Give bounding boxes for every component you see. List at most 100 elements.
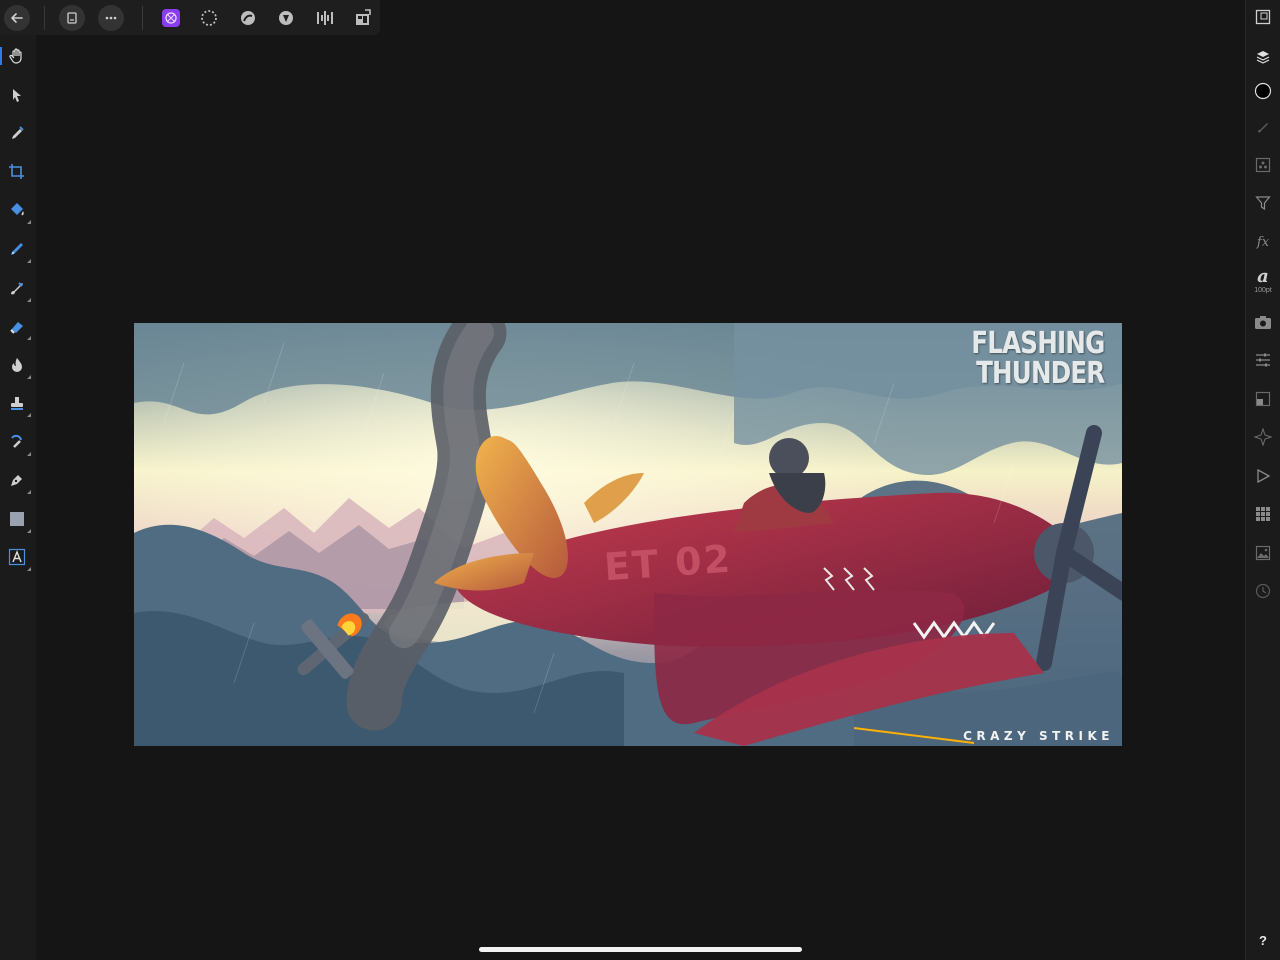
fx-button[interactable]: fx [1251, 230, 1275, 254]
liquify-persona-button[interactable] [235, 5, 261, 31]
erase-brush-button[interactable] [4, 313, 31, 340]
transform-button[interactable] [1251, 387, 1275, 411]
grid-button[interactable] [1251, 502, 1275, 526]
rectangle-tool-icon [10, 512, 24, 526]
toolbar-separator [44, 6, 45, 30]
paint-brush-icon [11, 282, 23, 295]
artistic-text-button[interactable] [4, 544, 31, 571]
move-tool-icon [13, 89, 21, 102]
image-button[interactable] [1251, 541, 1275, 565]
navigator-button[interactable] [1251, 5, 1275, 29]
layers-button[interactable] [1251, 45, 1275, 69]
view-tool-button[interactable] [4, 43, 30, 69]
flood-fill-icon [11, 203, 24, 216]
text-style-button[interactable]: a [1251, 264, 1275, 288]
tool-flyout-marker [27, 336, 31, 340]
selection-persona-icon [201, 10, 217, 26]
document-canvas[interactable]: ET 02 FLASHING THUNDER CRAZY STRIKE [134, 323, 1122, 746]
color-picker-icon [12, 126, 24, 139]
crop-tool-button[interactable] [4, 159, 30, 185]
image-icon [1255, 545, 1271, 561]
tool-flyout-marker [27, 259, 31, 263]
tool-flyout-marker [27, 375, 31, 379]
transform-icon [1255, 391, 1271, 407]
photo-persona-button[interactable] [158, 5, 184, 31]
help-button[interactable]: ? [1246, 933, 1280, 948]
constraints-button[interactable] [1251, 425, 1275, 449]
photo-persona-icon [162, 9, 180, 27]
color-button[interactable] [1251, 79, 1275, 103]
home-indicator[interactable] [479, 947, 802, 952]
camera-icon [1255, 316, 1271, 329]
adjustments-icon [1256, 353, 1270, 367]
grid-icon [1256, 507, 1270, 521]
history-icon [1255, 583, 1271, 599]
tool-flyout-marker [27, 298, 31, 302]
selection-brush-icon [11, 243, 23, 255]
channels-icon [1255, 157, 1271, 173]
back-button[interactable] [4, 5, 30, 31]
healing-brush-button[interactable] [4, 429, 31, 456]
clone-brush-icon [11, 397, 23, 410]
tool-flyout-marker [27, 529, 31, 533]
tone-mapping-persona-button[interactable] [312, 5, 338, 31]
tool-flyout-marker [27, 220, 31, 224]
play-icon [1257, 468, 1271, 484]
toolbar-separator [142, 6, 143, 30]
artwork-title-line1: FLASHING [970, 326, 1105, 361]
crop-tool-icon [9, 164, 24, 179]
develop-persona-button[interactable] [273, 5, 299, 31]
clone-brush-button[interactable] [4, 390, 31, 417]
export-persona-button[interactable] [350, 5, 376, 31]
erase-brush-icon [10, 322, 23, 334]
tool-flyout-marker [27, 413, 31, 417]
text-style-icon: a [1257, 265, 1269, 287]
color-picker-button[interactable] [4, 120, 30, 146]
healing-brush-icon [11, 434, 22, 448]
flood-fill-button[interactable] [4, 197, 31, 224]
selection-brush-button[interactable] [4, 236, 31, 263]
tool-flyout-marker [27, 490, 31, 494]
layers-icon [1256, 51, 1270, 64]
play-button[interactable] [1251, 464, 1275, 488]
artwork-title: FLASHING THUNDER [970, 326, 1105, 391]
tone-mapping-persona-icon [317, 11, 333, 25]
fx-icon: fx [1256, 234, 1270, 250]
channels-button[interactable] [1251, 153, 1275, 177]
document-button[interactable] [59, 5, 85, 31]
more-button[interactable] [98, 5, 124, 31]
filter-icon [1255, 196, 1271, 211]
constraints-icon [1254, 428, 1272, 446]
pen-tool-button[interactable] [4, 467, 31, 494]
adjustments-button[interactable] [1251, 348, 1275, 372]
tools-panel [0, 35, 36, 960]
document-icon [67, 12, 77, 24]
dodge-brush-button[interactable] [4, 352, 31, 379]
plane-marking: ET 02 [602, 536, 734, 590]
artwork-title-line2: THUNDER [975, 356, 1105, 391]
move-tool-button[interactable] [4, 82, 30, 108]
color-icon [1254, 82, 1272, 100]
artwork-subtitle: CRAZY STRIKE [963, 729, 1114, 743]
history-button[interactable] [1251, 579, 1275, 603]
text-size-label: 100pt [1254, 287, 1272, 294]
active-tool-indicator [0, 47, 2, 65]
export-persona-icon [356, 9, 371, 25]
artistic-text-icon [8, 548, 26, 566]
brushes-button[interactable] [1251, 115, 1275, 139]
arrow-left-icon [11, 13, 23, 23]
liquify-persona-icon [241, 11, 255, 25]
filter-button[interactable] [1251, 191, 1275, 215]
top-toolbar [0, 0, 380, 35]
studio-panel-bar: fx a 100pt ? [1245, 0, 1280, 960]
ellipsis-icon [105, 16, 117, 20]
tool-flyout-marker [27, 567, 31, 571]
paint-brush-button[interactable] [4, 275, 31, 302]
brushes-icon [1258, 123, 1268, 133]
rectangle-tool-button[interactable] [4, 506, 31, 533]
develop-persona-icon [279, 11, 293, 25]
dodge-brush-icon [12, 358, 22, 372]
selection-persona-button[interactable] [196, 5, 222, 31]
camera-button[interactable] [1251, 310, 1275, 334]
view-tool-icon [9, 48, 22, 64]
